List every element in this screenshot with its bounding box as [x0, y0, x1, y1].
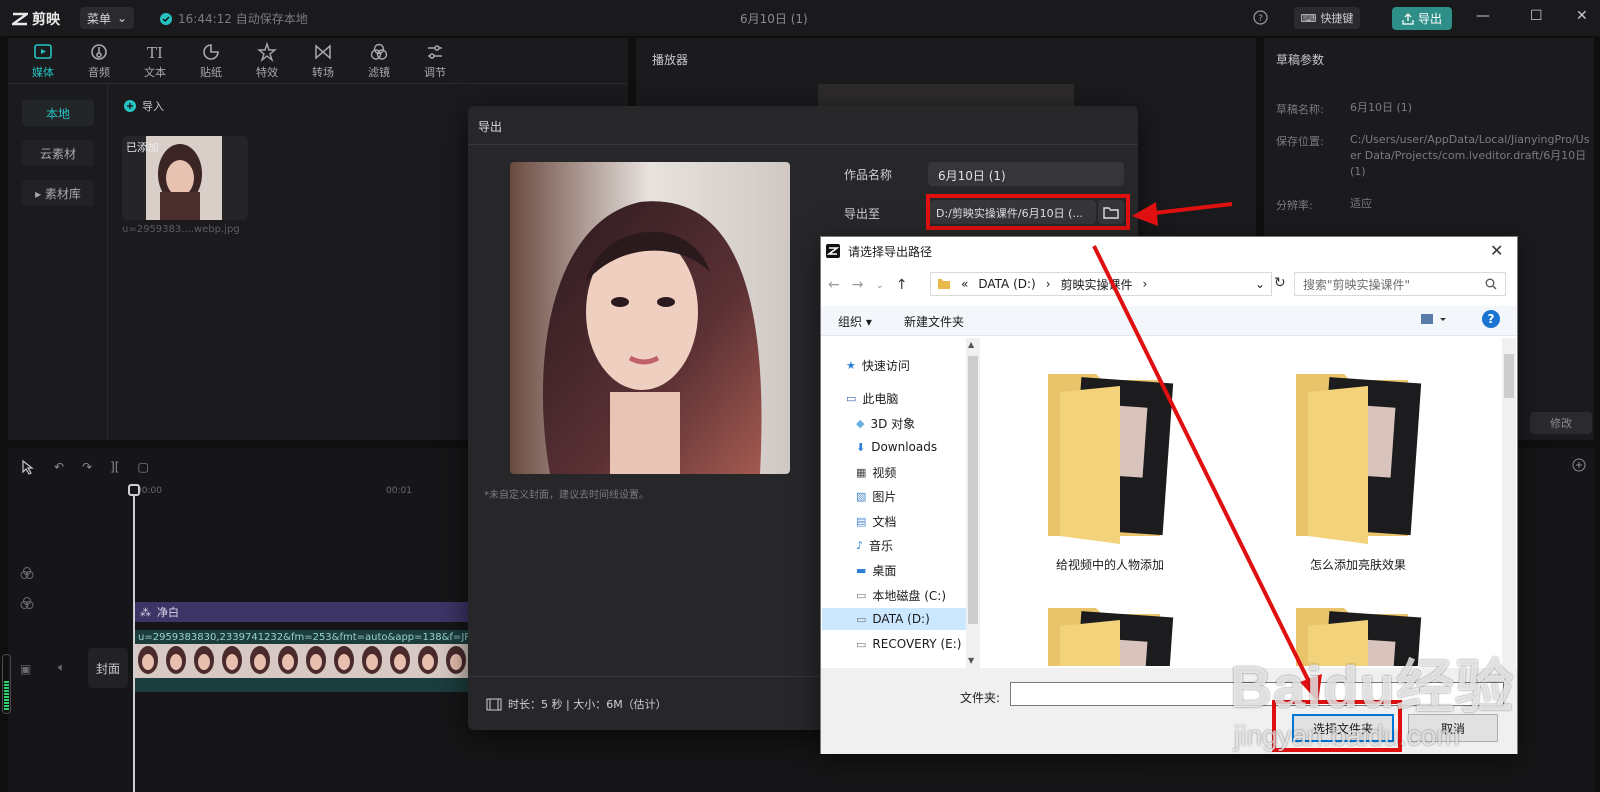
- baidu-watermark-url: jingyan.baidu.com: [1234, 720, 1460, 751]
- baidu-watermark: Baidu经验: [1230, 655, 1515, 720]
